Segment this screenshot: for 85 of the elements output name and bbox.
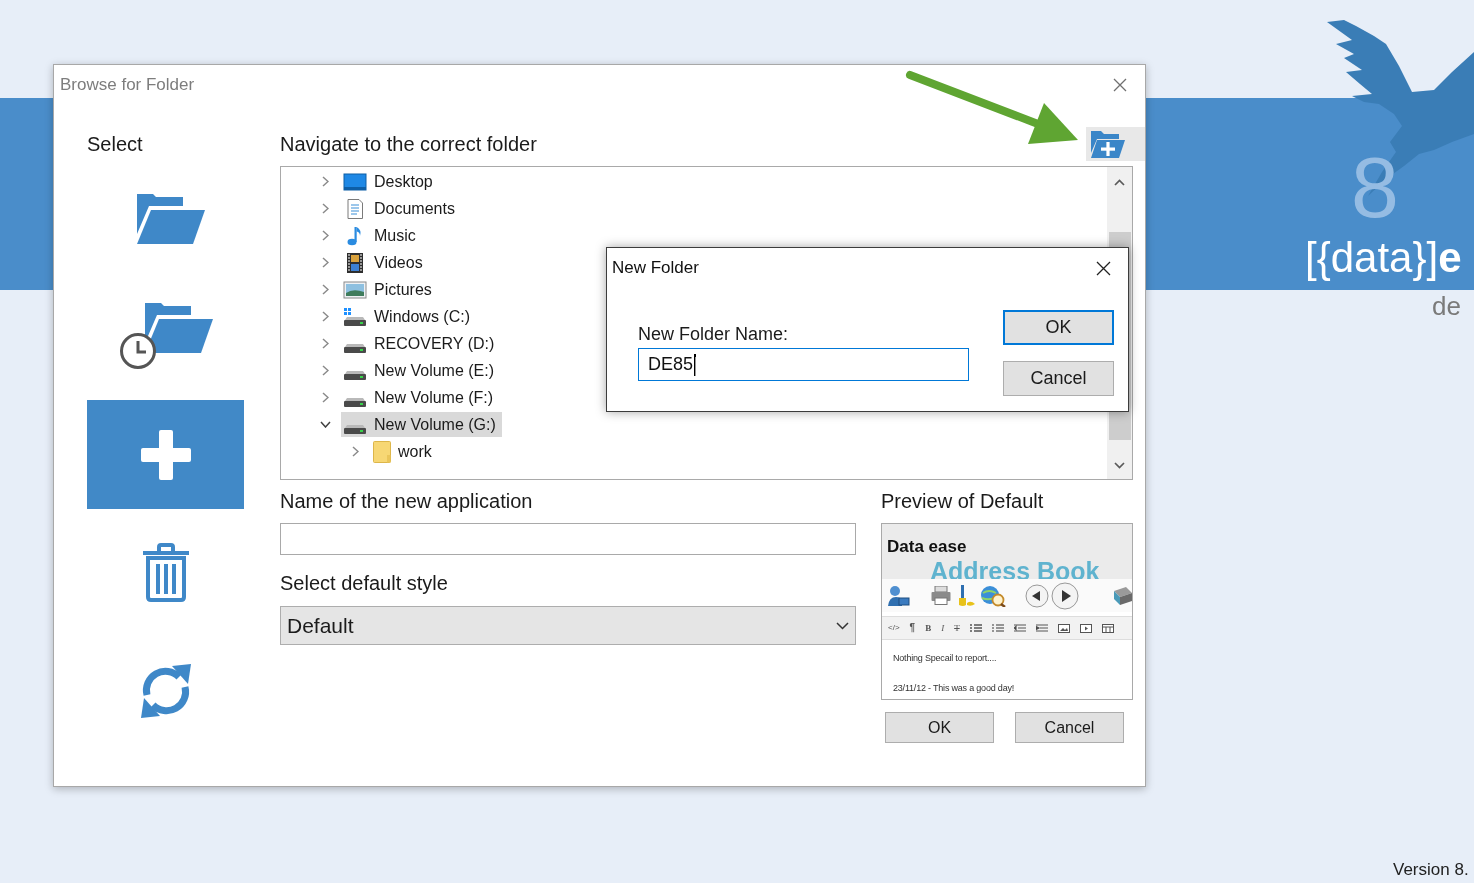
logo-numeral: 8 [1351, 144, 1399, 230]
chevron-right-icon[interactable] [322, 284, 329, 295]
dialog-title: New Folder [612, 257, 699, 280]
tree-item[interactable]: New Volume (E:) [341, 358, 501, 383]
chevron-right-icon[interactable] [322, 230, 329, 241]
folder-plus-icon [1089, 130, 1125, 158]
close-icon[interactable] [1096, 260, 1111, 276]
logo-wordmark: [{data}] [1305, 237, 1439, 279]
scroll-down-icon[interactable] [1114, 461, 1125, 469]
cube-icon [1112, 586, 1132, 605]
drive-icon [343, 306, 367, 327]
person-icon [887, 584, 910, 607]
bold-tool[interactable]: B [925, 623, 932, 633]
trash-icon [142, 543, 189, 602]
field-label: Select default style [280, 571, 449, 595]
style-select[interactable]: Default [280, 606, 856, 645]
sidebar-heading: Select [87, 132, 143, 157]
bullet-list-icon[interactable] [969, 624, 982, 632]
logo-tagline: de [1432, 293, 1461, 319]
chevron-right-icon[interactable] [322, 176, 329, 187]
outdent-icon[interactable] [1013, 624, 1026, 632]
chevron-right-icon[interactable] [322, 338, 329, 349]
picture-icon [343, 279, 367, 300]
new-folder-button[interactable] [1086, 127, 1145, 161]
paragraph-tool[interactable]: ¶ [909, 623, 916, 633]
refresh-button[interactable] [138, 662, 193, 719]
indent-icon[interactable] [1035, 624, 1048, 632]
table-icon[interactable] [1101, 623, 1114, 633]
drive-icon [344, 343, 366, 353]
preview-heading: Preview of Default [881, 489, 1045, 513]
cancel-button[interactable]: Cancel [1003, 361, 1114, 396]
strikethrough-tool[interactable]: T [954, 623, 960, 633]
tree-item[interactable]: New Volume (G:) [341, 412, 502, 437]
globe-search-icon [979, 584, 1006, 607]
brush-icon [959, 584, 976, 607]
new-item-button[interactable] [87, 400, 244, 509]
recent-folder-button[interactable] [118, 302, 213, 371]
tree-item[interactable]: Desktop [341, 169, 439, 194]
tree-item[interactable]: RECOVERY (D:) [341, 331, 501, 356]
chevron-down-icon [836, 621, 849, 630]
chevron-down-icon[interactable] [320, 421, 331, 428]
chevron-right-icon[interactable] [322, 203, 329, 214]
printer-icon [931, 586, 951, 605]
preview-logo: Data ease [887, 537, 967, 556]
drive-icon [344, 397, 366, 407]
tree-item[interactable]: Windows (C:) [341, 304, 476, 329]
tree-item[interactable]: Pictures [341, 277, 438, 302]
chevron-right-icon[interactable] [322, 392, 329, 403]
drive-icon [344, 424, 366, 434]
image-icon[interactable] [1057, 623, 1070, 633]
italic-tool[interactable]: I [941, 623, 945, 633]
delete-button[interactable] [142, 543, 189, 602]
tree-item[interactable]: Music [341, 223, 422, 248]
tree-item[interactable]: Videos [341, 250, 429, 275]
preview-note: Nothing Specail to report.... [893, 653, 998, 664]
video-icon[interactable] [1079, 623, 1092, 633]
code-tool[interactable]: </> [888, 624, 900, 632]
desktop-icon [343, 171, 367, 192]
chevron-right-icon[interactable] [352, 446, 359, 457]
ok-button[interactable]: OK [1003, 310, 1114, 345]
field-label: New Folder Name: [638, 323, 790, 345]
chevron-right-icon[interactable] [322, 311, 329, 322]
version-label: Version 8. [1393, 861, 1469, 878]
folder-name-field[interactable]: DE85 [638, 348, 969, 381]
application-name-field[interactable] [280, 523, 856, 555]
chevron-right-icon[interactable] [322, 365, 329, 376]
tree-item[interactable]: work [371, 439, 438, 464]
folder-clock-icon [118, 302, 213, 371]
drive-icon [344, 370, 366, 380]
folder-icon [373, 440, 391, 463]
cancel-button[interactable]: Cancel [1015, 712, 1124, 743]
chevron-right-icon[interactable] [322, 257, 329, 268]
navigator-heading: Navigate to the correct folder [280, 132, 537, 157]
scroll-up-icon[interactable] [1114, 178, 1125, 186]
bullet-list-icon[interactable] [991, 624, 1004, 632]
logo-wordmark-bold: e [1438, 237, 1462, 279]
text-cursor-icon [693, 353, 697, 376]
dialog-title: Browse for Folder [60, 74, 195, 97]
plus-icon [140, 429, 191, 480]
refresh-icon [138, 662, 193, 719]
tree-item[interactable]: New Volume (F:) [341, 385, 500, 410]
field-label: Name of the new application [280, 489, 534, 513]
preview-note: 23/11/12 - This was a good day! [893, 683, 1016, 694]
ok-button[interactable]: OK [885, 712, 994, 743]
tree-item[interactable]: Documents [341, 196, 461, 221]
